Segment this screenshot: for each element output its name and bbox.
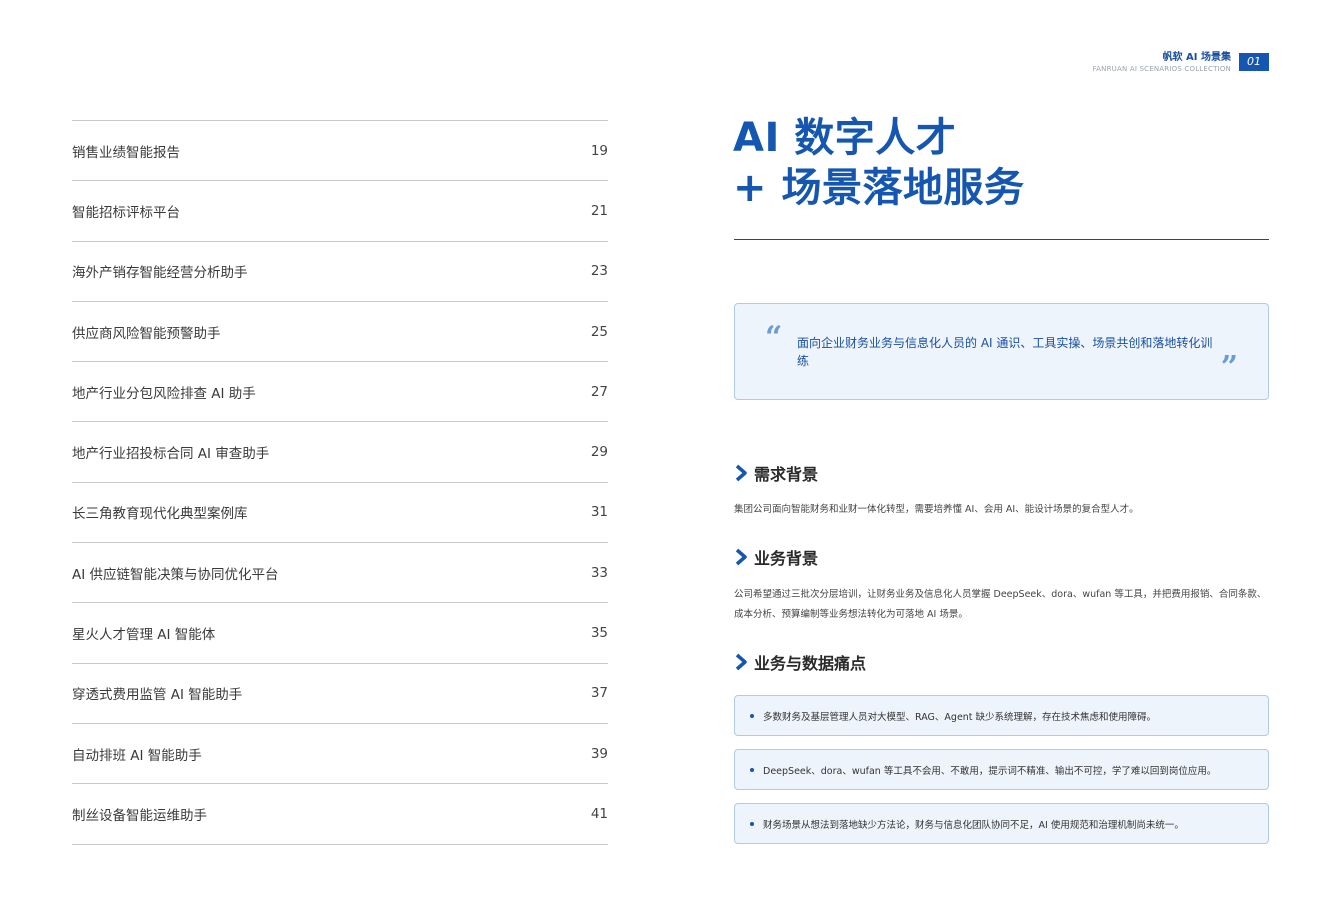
open-quote-icon: “ [765, 320, 783, 355]
toc-item[interactable]: AI 供应链智能决策与协同优化平台 33 [72, 543, 608, 604]
toc-item[interactable]: 供应商风险智能预警助手 25 [72, 302, 608, 363]
toc-item-title: 长三角教育现代化典型案例库 [72, 506, 248, 523]
pain-point-text: 财务场景从想法到落地缺少方法论，财务与信息化团队协同不足，AI 使用规范和治理机… [763, 819, 1184, 831]
toc-item-page: 29 [590, 444, 608, 461]
brand-title: 帆软 AI 场景集 [1162, 52, 1231, 63]
pain-point-item: 多数财务及基层管理人员对大模型、RAG、Agent 缺少系统理解，存在技术焦虑和… [734, 695, 1269, 736]
close-quote-icon: ” [1220, 350, 1238, 385]
toc-item-page: 41 [590, 805, 608, 822]
section-heading-demand: 需求背景 [734, 461, 818, 485]
toc-item-page: 27 [590, 383, 608, 400]
toc-item-page: 31 [590, 504, 608, 521]
section-title: 业务与数据痛点 [754, 654, 867, 673]
toc-item-page: 21 [590, 202, 608, 219]
quote-box: “ 面向企业财务业务与信息化人员的 AI 通识、工具实操、场景共创和落地转化训练… [734, 303, 1269, 400]
section-title: 业务背景 [754, 549, 819, 568]
toc-item[interactable]: 海外产销存智能经营分析助手 23 [72, 242, 608, 302]
table-of-contents: 销售业绩智能报告 19 智能招标评标平台 21 海外产销存智能经营分析助手 23 供应… [72, 120, 608, 845]
toc-item-page: 25 [590, 323, 608, 340]
pain-point-item: DeepSeek、dora、wufan 等工具不会用、不敢用，提示词不精准、输出… [734, 749, 1269, 790]
section-heading-pain-points: 业务与数据痛点 [734, 650, 866, 674]
bullet-icon [750, 821, 754, 826]
toc-item-title: 地产行业分包风险排查 AI 助手 [72, 385, 256, 402]
toc-item[interactable]: 制丝设备智能运维助手 41 [72, 784, 608, 845]
toc-item[interactable]: 地产行业招投标合同 AI 审查助手 29 [72, 422, 608, 483]
brand-header: 帆软 AI 场景集 FANRUAN AI SCENARIOS COLLECTIO… [1093, 51, 1231, 74]
chevron-right-icon [735, 464, 747, 482]
toc-item-title: 海外产销存智能经营分析助手 [72, 265, 248, 282]
toc-item[interactable]: 销售业绩智能报告 19 [72, 121, 608, 182]
pain-point-text: 多数财务及基层管理人员对大模型、RAG、Agent 缺少系统理解，存在技术焦虑和… [763, 711, 1157, 723]
chevron-right-icon [735, 653, 747, 671]
toc-item-title: 星火人才管理 AI 智能体 [72, 627, 216, 644]
toc-item-title: AI 供应链智能决策与协同优化平台 [72, 566, 279, 583]
page-title: AI 数字人才 + 场景落地服务 [733, 113, 1024, 213]
toc-item[interactable]: 长三角教育现代化典型案例库 31 [72, 483, 608, 544]
quote-text: 面向企业财务业务与信息化人员的 AI 通识、工具实操、场景共创和落地转化训练 [797, 336, 1213, 368]
section-title: 需求背景 [754, 465, 819, 484]
toc-item-title: 地产行业招投标合同 AI 审查助手 [72, 446, 270, 463]
demand-paragraph: 集团公司面向智能财务和业财一体化转型，需要培养懂 AI、会用 AI、能设计场景的… [734, 504, 1139, 515]
bullet-icon [750, 713, 754, 718]
toc-item[interactable]: 自动排班 AI 智能助手 39 [72, 724, 608, 785]
chevron-right-icon [735, 548, 747, 566]
brand-subtitle: FANRUAN AI SCENARIOS COLLECTION [1092, 65, 1231, 73]
toc-item-title: 销售业绩智能报告 [72, 144, 180, 161]
toc-item-title: 穿透式费用监管 AI 智能助手 [72, 687, 243, 704]
toc-item-page: 39 [590, 745, 608, 762]
title-divider [734, 239, 1269, 240]
pain-point-item: 财务场景从想法到落地缺少方法论，财务与信息化团队协同不足，AI 使用规范和治理机… [734, 803, 1269, 844]
business-paragraph: 公司希望通过三批次分层培训，让财务业务及信息化人员掌握 DeepSeek、dor… [734, 589, 1267, 620]
toc-item-page: 35 [590, 625, 608, 642]
toc-item-page: 33 [590, 564, 608, 581]
toc-item-page: 23 [590, 263, 608, 280]
title-line-1: AI 数字人才 [733, 115, 957, 161]
title-line-2: + 场景落地服务 [733, 165, 1025, 211]
toc-item[interactable]: 地产行业分包风险排查 AI 助手 27 [72, 362, 608, 423]
toc-item-title: 供应商风险智能预警助手 [72, 325, 221, 342]
toc-item[interactable]: 穿透式费用监管 AI 智能助手 37 [72, 664, 608, 724]
toc-item-page: 37 [590, 685, 608, 702]
toc-item-title: 自动排班 AI 智能助手 [72, 747, 202, 764]
toc-item-title: 智能招标评标平台 [72, 204, 180, 221]
bullet-icon [750, 767, 754, 772]
page-number-badge: 01 [1239, 53, 1269, 71]
section-heading-business: 业务背景 [734, 545, 818, 569]
pain-point-text: DeepSeek、dora、wufan 等工具不会用、不敢用，提示词不精准、输出… [763, 765, 1217, 777]
toc-item[interactable]: 智能招标评标平台 21 [72, 181, 608, 242]
toc-item-title: 制丝设备智能运维助手 [72, 807, 207, 824]
toc-item-page: 19 [590, 142, 608, 159]
toc-item[interactable]: 星火人才管理 AI 智能体 35 [72, 603, 608, 664]
